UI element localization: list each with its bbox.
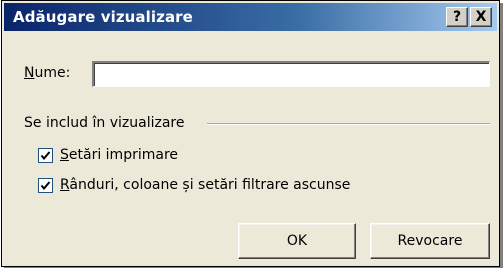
- cancel-button[interactable]: Revocare: [370, 223, 490, 259]
- hidden-rows-columns-mnemonic: R: [60, 177, 70, 193]
- include-group-label: Se includ în vizualizare: [24, 115, 191, 131]
- title-bar[interactable]: Adăugare vizualizare ? X: [4, 3, 497, 31]
- name-label-rest: ume:: [34, 65, 71, 81]
- print-settings-label: Setări imprimare: [60, 147, 178, 163]
- print-settings-option[interactable]: Setări imprimare: [38, 145, 178, 165]
- print-settings-checkbox[interactable]: [38, 147, 53, 163]
- name-label-mnemonic: N: [24, 65, 35, 81]
- checkmark-icon: [40, 180, 51, 190]
- close-button[interactable]: X: [470, 7, 492, 27]
- name-input[interactable]: [92, 61, 490, 87]
- add-view-dialog: Adăugare vizualizare ? X Nume: Se includ…: [1, 0, 500, 267]
- checkmark-icon: [40, 150, 51, 160]
- hidden-rows-columns-label-rest: ânduri, coloane și setări filtrare ascun…: [69, 177, 351, 193]
- print-settings-label-rest: etări imprimare: [68, 147, 179, 163]
- hidden-rows-columns-option[interactable]: Rânduri, coloane și setări filtrare ascu…: [38, 175, 350, 195]
- help-button[interactable]: ?: [446, 7, 468, 27]
- hidden-rows-columns-label: Rânduri, coloane și setări filtrare ascu…: [60, 177, 350, 193]
- group-divider: [207, 123, 490, 125]
- ok-button[interactable]: OK: [238, 223, 356, 259]
- print-settings-mnemonic: S: [60, 147, 69, 163]
- hidden-rows-columns-checkbox[interactable]: [38, 177, 53, 193]
- name-label: Nume:: [24, 65, 70, 81]
- dialog-title: Adăugare vizualizare: [13, 8, 193, 26]
